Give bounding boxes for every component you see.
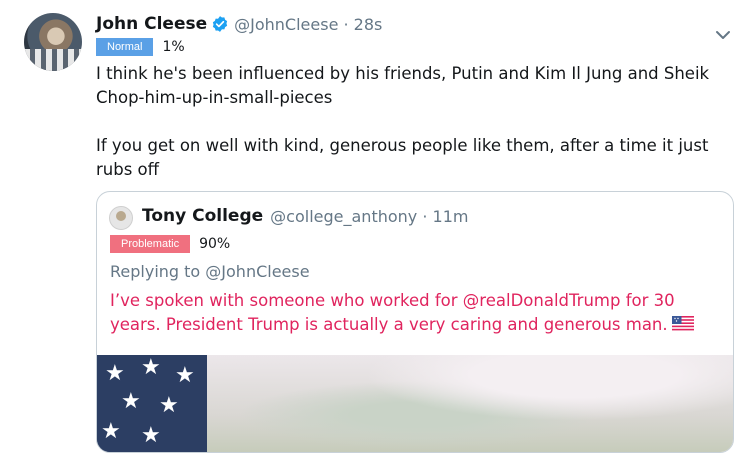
- rating-percent: 1%: [162, 39, 185, 55]
- quoted-tweet-header: Tony College @college_anthony · 11m: [142, 206, 468, 226]
- tweet-author-name[interactable]: John Cleese: [96, 14, 207, 34]
- tweet-header: John Cleese @JohnCleese · 28s: [96, 14, 382, 34]
- status-badge: Normal: [96, 38, 154, 56]
- quoted-author-avatar[interactable]: [109, 206, 133, 230]
- quoted-text-body: I’ve spoken with someone who worked for …: [110, 291, 675, 334]
- tweet-rating-row: Normal 1%: [96, 38, 185, 56]
- verified-icon: [211, 15, 229, 33]
- us-flag-icon: [671, 314, 694, 338]
- replying-to-mention[interactable]: @JohnCleese: [205, 262, 309, 281]
- rating-percent: 90%: [199, 236, 231, 252]
- status-badge: Problematic: [110, 235, 191, 253]
- tweet-author-avatar[interactable]: [24, 13, 82, 71]
- quoted-author-handle[interactable]: @college_anthony · 11m: [270, 207, 468, 226]
- quoted-tweet-card[interactable]: Tony College @college_anthony · 11m Prob…: [96, 191, 734, 453]
- quoted-media-image[interactable]: ★ ★ ★ ★ ★ ★ ★: [97, 355, 733, 452]
- replying-to-line: Replying to @JohnCleese: [110, 262, 310, 281]
- replying-to-label: Replying to: [110, 262, 206, 281]
- tweet-text: I think he's been influenced by his frie…: [96, 64, 710, 179]
- tweet-author-handle[interactable]: @JohnCleese · 28s: [234, 15, 382, 34]
- quoted-tweet-text: I’ve spoken with someone who worked for …: [110, 289, 710, 338]
- chevron-down-icon[interactable]: [712, 24, 734, 46]
- quoted-rating-row: Problematic 90%: [110, 235, 230, 253]
- quoted-author-name[interactable]: Tony College: [142, 206, 263, 226]
